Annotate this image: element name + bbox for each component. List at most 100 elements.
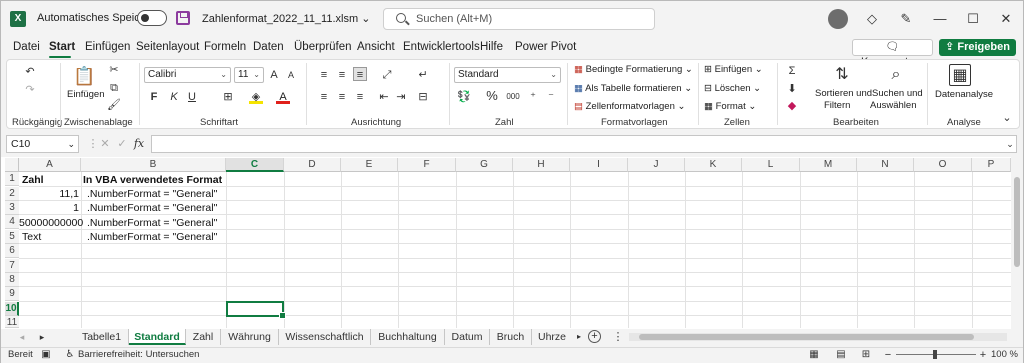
selected-cell-c10[interactable] bbox=[226, 301, 286, 319]
tab-start[interactable]: Start bbox=[49, 41, 75, 53]
tab-seitenlayout[interactable]: Seitenlayout bbox=[136, 41, 199, 53]
tab-datei[interactable]: Datei bbox=[13, 41, 40, 53]
font-size-select[interactable]: 11 ⌄ bbox=[234, 67, 264, 83]
paste-icon[interactable]: 📋 bbox=[73, 65, 95, 87]
close-icon[interactable]: ✕ bbox=[997, 10, 1015, 28]
als-tabelle-button[interactable]: ▦ Als Tabelle formatieren ⌄ bbox=[574, 83, 692, 94]
cell-a4[interactable]: 50000000000 bbox=[19, 216, 83, 230]
wrap-text-icon[interactable]: ↵ bbox=[416, 68, 430, 82]
column-header-a[interactable]: A bbox=[19, 158, 81, 172]
next-sheet-icon[interactable]: ▸ bbox=[35, 330, 49, 344]
zoom-out-icon[interactable]: − bbox=[881, 348, 895, 362]
bold-button[interactable]: F bbox=[147, 90, 161, 104]
merge-center-icon[interactable]: ⊟ bbox=[416, 90, 430, 104]
row-header-1[interactable]: 1 bbox=[5, 172, 19, 186]
tab-power-pivot[interactable]: Power Pivot bbox=[515, 41, 576, 53]
zoom-level[interactable]: 100 % bbox=[991, 349, 1018, 360]
borders-icon[interactable]: ⊞ bbox=[221, 90, 235, 104]
vertical-scrollbar[interactable] bbox=[1011, 157, 1023, 329]
row-header-2[interactable]: 2 bbox=[5, 187, 19, 201]
datenanalyse-label[interactable]: Datenanalyse bbox=[935, 89, 993, 100]
zoom-slider-thumb[interactable] bbox=[933, 350, 937, 359]
font-name-select[interactable]: Calibri ⌄ bbox=[144, 67, 231, 83]
suchen-label-2[interactable]: Auswählen bbox=[870, 100, 916, 111]
autosave-toggle[interactable] bbox=[137, 10, 167, 26]
currency-icon[interactable]: 💱 bbox=[457, 90, 471, 104]
column-header-i[interactable]: I bbox=[570, 158, 628, 172]
macro-record-icon[interactable]: ▣ bbox=[39, 348, 53, 362]
column-header-o[interactable]: O bbox=[914, 158, 972, 172]
column-header-n[interactable]: N bbox=[857, 158, 914, 172]
suchen-label-1[interactable]: Suchen und bbox=[872, 88, 923, 99]
tab-daten[interactable]: Daten bbox=[253, 41, 284, 53]
column-header-b[interactable]: B bbox=[81, 158, 226, 172]
scrollbar-thumb[interactable] bbox=[639, 334, 974, 340]
document-title[interactable]: Zahlenformat_2022_11_11.xlsm ⌄ bbox=[202, 12, 370, 25]
search-box[interactable]: Suchen (Alt+M) bbox=[383, 8, 655, 30]
sheet-tab-buchhaltung[interactable]: Buchhaltung bbox=[371, 329, 445, 345]
column-header-k[interactable]: K bbox=[685, 158, 742, 172]
normal-view-icon[interactable]: ▦ bbox=[807, 348, 821, 362]
scroll-tabs-right-icon[interactable]: ▸ bbox=[572, 330, 586, 344]
cell-b3[interactable]: .NumberFormat = "General" bbox=[87, 201, 217, 215]
zellenformatvorlagen-button[interactable]: ▤ Zellenformatvorlagen ⌄ bbox=[574, 101, 685, 112]
freigeben-button[interactable]: ⇪ Freigeben ⌄ bbox=[939, 39, 1016, 69]
row-header-8[interactable]: 8 bbox=[5, 273, 19, 287]
horizontal-scrollbar[interactable] bbox=[629, 333, 1007, 341]
tab-formeln[interactable]: Formeln bbox=[204, 41, 246, 53]
sortieren-label-2[interactable]: Filtern bbox=[824, 100, 850, 111]
sheet-tab-standard[interactable]: Standard bbox=[129, 329, 186, 345]
percent-button[interactable]: % bbox=[485, 89, 499, 103]
increase-decimal-icon[interactable]: ⁺ bbox=[526, 90, 540, 104]
column-header-h[interactable]: H bbox=[513, 158, 570, 172]
cancel-icon[interactable]: ✕ bbox=[98, 137, 112, 151]
decrease-decimal-icon[interactable]: ⁻ bbox=[544, 90, 558, 104]
fill-color-icon[interactable]: ◈ bbox=[249, 90, 263, 104]
row-header-5[interactable]: 5 bbox=[5, 230, 19, 244]
row-header-4[interactable]: 4 bbox=[5, 215, 19, 229]
cell-b2[interactable]: .NumberFormat = "General" bbox=[87, 187, 217, 201]
einfuegen-label[interactable]: Einfügen bbox=[67, 89, 105, 100]
bedingte-formatierung-button[interactable]: ▦ Bedingte Formatierung ⌄ bbox=[574, 64, 693, 75]
cell-b5[interactable]: .NumberFormat = "General" bbox=[87, 230, 217, 244]
tab-ansicht[interactable]: Ansicht bbox=[357, 41, 395, 53]
increase-indent-icon[interactable]: ⇥ bbox=[394, 90, 408, 104]
accessibility-icon[interactable]: ♿ bbox=[63, 348, 77, 362]
column-header-l[interactable]: L bbox=[742, 158, 800, 172]
decrease-indent-icon[interactable]: ⇤ bbox=[377, 90, 391, 104]
sheet-tab-bruch[interactable]: Bruch bbox=[490, 329, 532, 345]
column-header-d[interactable]: D bbox=[284, 158, 341, 172]
redo-icon[interactable]: ↷ bbox=[23, 83, 37, 97]
find-select-icon[interactable]: ⌕ bbox=[885, 64, 907, 86]
thousands-separator-button[interactable]: 000 bbox=[504, 90, 522, 104]
pen-icon[interactable]: ✎ bbox=[897, 10, 915, 28]
column-header-f[interactable]: F bbox=[398, 158, 456, 172]
align-center-icon[interactable]: ≡ bbox=[335, 90, 349, 104]
column-header-g[interactable]: G bbox=[456, 158, 513, 172]
zoom-in-icon[interactable]: + bbox=[976, 348, 990, 362]
insert-function-button[interactable]: fx bbox=[132, 137, 146, 151]
italic-button[interactable]: K bbox=[167, 90, 181, 104]
sheet-tab-tabelle1[interactable]: Tabelle1 bbox=[75, 329, 129, 345]
underline-button[interactable]: U bbox=[185, 90, 199, 104]
prev-sheet-icon[interactable]: ◂ bbox=[15, 330, 29, 344]
column-header-j[interactable]: J bbox=[628, 158, 685, 172]
row-header-7[interactable]: 7 bbox=[5, 259, 19, 273]
column-header-p[interactable]: P bbox=[972, 158, 1011, 172]
page-break-icon[interactable]: ⊞ bbox=[859, 348, 873, 362]
undo-icon[interactable]: ↶ bbox=[23, 65, 37, 79]
copy-icon[interactable]: ⧉ bbox=[107, 81, 121, 95]
select-all-button[interactable] bbox=[5, 158, 19, 172]
sheet-tab-datum[interactable]: Datum bbox=[445, 329, 490, 345]
format-painter-icon[interactable]: 🖌 bbox=[107, 98, 121, 112]
data-analysis-icon[interactable]: ▦ bbox=[949, 64, 971, 86]
avatar[interactable] bbox=[828, 9, 848, 29]
kommentare-button[interactable]: 🗨 Kommentare bbox=[852, 39, 933, 68]
column-header-m[interactable]: M bbox=[800, 158, 857, 172]
cut-icon[interactable]: ✂ bbox=[107, 63, 121, 77]
tab-einfuegen[interactable]: Einfügen bbox=[85, 41, 130, 53]
cell-b4[interactable]: .NumberFormat = "General" bbox=[87, 216, 217, 230]
sheet-tab-uhrzeit[interactable]: Uhrze bbox=[532, 329, 572, 345]
row-header-9[interactable]: 9 bbox=[5, 287, 19, 301]
more-sheets-icon[interactable]: ⋮ bbox=[611, 330, 625, 344]
